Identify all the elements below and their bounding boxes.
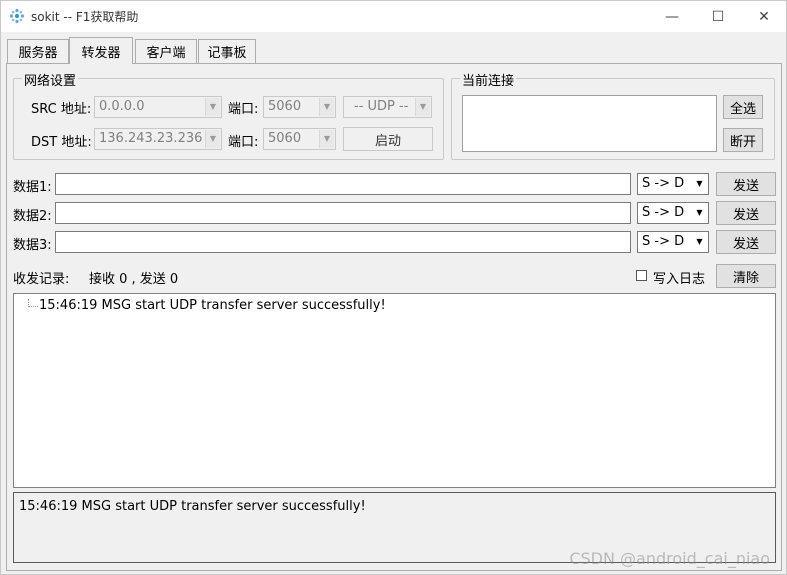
maximize-button[interactable]: ☐	[695, 1, 741, 32]
tab-forwarder-label: 转发器	[81, 45, 121, 61]
chevron-down-icon: ▼	[692, 175, 707, 193]
disconnect-button[interactable]: 断开	[723, 128, 763, 152]
data-1-send-button[interactable]: 发送	[716, 172, 776, 196]
write-log-label[interactable]: 写入日志	[653, 268, 705, 287]
data-1-send-label: 发送	[732, 178, 759, 194]
select-all-label: 全选	[729, 101, 756, 117]
watermark: CSDN @android_cai_niao	[569, 549, 770, 568]
log-entry[interactable]: 15:46:19 MSG start UDP transfer server s…	[39, 298, 386, 313]
data-3-direction-combo[interactable]: S -> D ▼	[637, 231, 709, 253]
start-button[interactable]: 启动	[343, 127, 433, 151]
data-3-send-label: 发送	[732, 236, 759, 252]
src-port-value: 5060	[268, 99, 302, 114]
src-port-label: 端口:	[228, 102, 259, 117]
tab-notepad[interactable]: 记事板	[198, 39, 256, 63]
dst-address-label: DST 地址:	[31, 135, 92, 150]
write-log-checkbox[interactable]	[636, 270, 647, 281]
chevron-down-icon: ▼	[205, 130, 220, 148]
protocol-value: -- UDP --	[354, 99, 409, 114]
chevron-down-icon: ▼	[319, 130, 334, 148]
data-1-direction-combo[interactable]: S -> D ▼	[637, 173, 709, 195]
chevron-down-icon: ▼	[205, 98, 220, 116]
data-1-input[interactable]	[55, 173, 631, 195]
chevron-down-icon: ▼	[319, 98, 334, 116]
tree-connector	[28, 299, 38, 307]
dst-address-value: 136.243.23.236	[99, 131, 203, 146]
protocol-combo[interactable]: -- UDP -- ▼	[343, 96, 432, 118]
clear-button[interactable]: 清除	[716, 264, 776, 288]
data-3-label: 数据3:	[13, 238, 52, 253]
tab-client[interactable]: 客户端	[135, 39, 197, 63]
chevron-down-icon: ▼	[692, 204, 707, 222]
tab-server-label: 服务器	[18, 46, 58, 61]
data-1-direction-value: S -> D	[642, 176, 685, 191]
data-3-send-button[interactable]: 发送	[716, 230, 776, 254]
log-tree[interactable]: 15:46:19 MSG start UDP transfer server s…	[13, 293, 776, 488]
start-button-label: 启动	[374, 133, 401, 149]
data-3-input[interactable]	[55, 231, 631, 253]
data-3-direction-value: S -> D	[642, 234, 685, 249]
src-port-combo[interactable]: 5060 ▼	[263, 96, 336, 118]
data-2-send-label: 发送	[732, 207, 759, 223]
data-2-input[interactable]	[55, 202, 631, 224]
data-2-direction-value: S -> D	[642, 205, 685, 220]
src-address-label: SRC 地址:	[31, 102, 92, 117]
dst-port-label: 端口:	[228, 135, 259, 150]
data-2-send-button[interactable]: 发送	[716, 201, 776, 225]
close-button[interactable]: ✕	[741, 1, 787, 32]
records-counts: 接收 0 , 发送 0	[89, 272, 179, 287]
select-all-button[interactable]: 全选	[723, 95, 763, 119]
close-icon: ✕	[758, 8, 770, 25]
dst-address-combo[interactable]: 136.243.23.236 ▼	[94, 128, 222, 150]
tab-notepad-label: 记事板	[207, 46, 247, 61]
disconnect-label: 断开	[729, 134, 756, 150]
tab-server[interactable]: 服务器	[7, 39, 69, 63]
dst-port-value: 5060	[268, 131, 302, 146]
status-text: 15:46:19 MSG start UDP transfer server s…	[19, 499, 366, 514]
window-title: sokit -- F1获取帮助	[31, 10, 139, 24]
src-address-value: 0.0.0.0	[99, 99, 145, 114]
connections-list[interactable]	[462, 95, 717, 152]
data-1-label: 数据1:	[13, 180, 52, 195]
connections-title: 当前连接	[460, 70, 517, 89]
minimize-icon: —	[665, 8, 679, 25]
network-settings-title: 网络设置	[22, 70, 79, 89]
minimize-button[interactable]: —	[649, 1, 695, 32]
app-window: sokit -- F1获取帮助 — ☐ ✕ 服务器 转发器 客户端 记事板 网络…	[0, 0, 787, 575]
chevron-down-icon: ▼	[415, 98, 430, 116]
title-bar: sokit -- F1获取帮助 — ☐ ✕	[1, 1, 786, 32]
data-2-direction-combo[interactable]: S -> D ▼	[637, 202, 709, 224]
data-2-label: 数据2:	[13, 209, 52, 224]
tab-forwarder[interactable]: 转发器	[69, 37, 133, 64]
clear-label: 清除	[732, 270, 759, 286]
chevron-down-icon: ▼	[692, 233, 707, 251]
sokit-logo-icon	[9, 8, 25, 24]
src-address-combo[interactable]: 0.0.0.0 ▼	[94, 96, 222, 118]
records-label: 收发记录:	[13, 272, 70, 287]
tab-client-label: 客户端	[146, 46, 186, 61]
maximize-icon: ☐	[711, 8, 725, 25]
dst-port-combo[interactable]: 5060 ▼	[263, 128, 336, 150]
